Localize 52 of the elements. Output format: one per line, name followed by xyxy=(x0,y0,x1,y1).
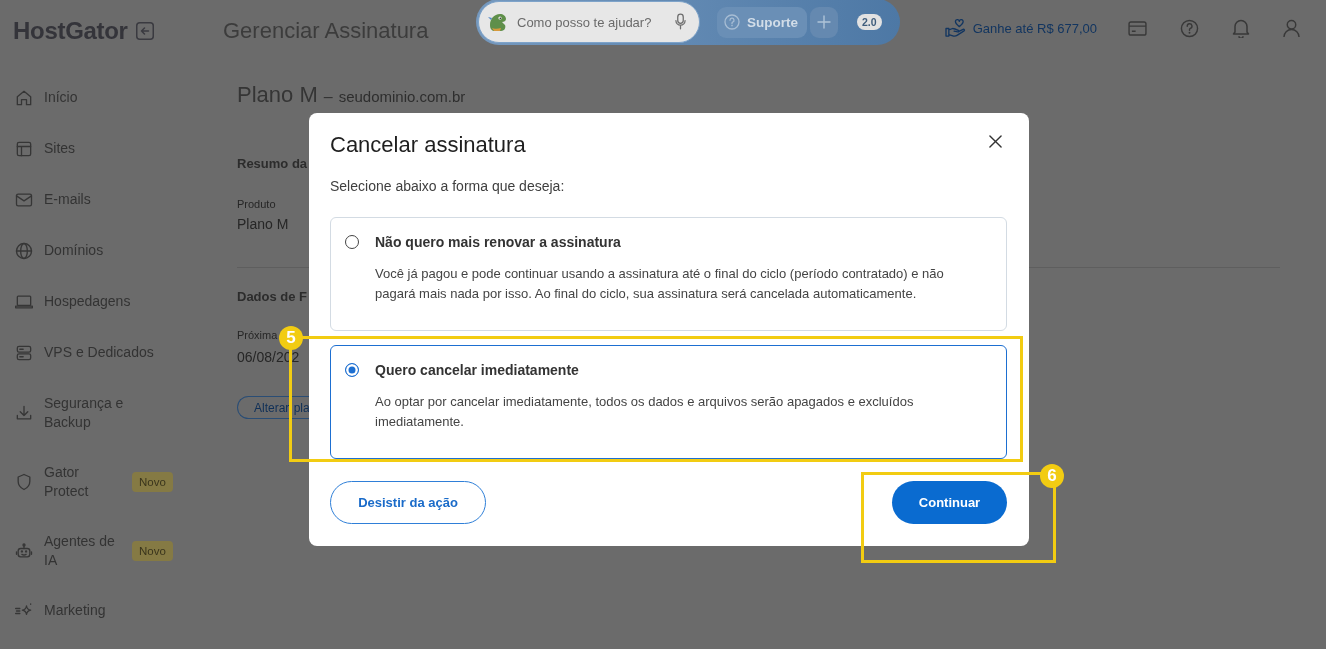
option-title: Não quero mais renovar a assinatura xyxy=(375,233,622,252)
robot-icon xyxy=(14,540,34,561)
add-button[interactable] xyxy=(810,6,838,38)
section-heading: Resumo da xyxy=(237,155,308,173)
field-label: Próxima xyxy=(237,328,278,342)
new-tag: Novo xyxy=(132,471,173,492)
sidebar-item[interactable]: Segurança e Backup xyxy=(0,378,182,447)
mascot-icon xyxy=(487,11,509,33)
assistant-input[interactable]: Como posso te ajudar? xyxy=(478,1,700,43)
sidebar-item[interactable]: Sites xyxy=(0,123,182,174)
microphone-icon[interactable] xyxy=(675,13,686,30)
field-value: Plano M xyxy=(237,215,289,233)
help-icon xyxy=(724,14,740,30)
sidebar-item[interactable]: Gator Protect Novo xyxy=(0,447,182,516)
sidebar-item[interactable]: Agentes de IA Novo xyxy=(0,516,182,585)
sidebar-item[interactable]: Domínios xyxy=(0,225,182,276)
field-label: Produto xyxy=(237,197,276,211)
sidebar-item[interactable]: E-mails xyxy=(0,174,182,225)
section-heading: Dados de F xyxy=(237,288,308,306)
option-card[interactable]: Quero cancelar imediatamente Ao optar por cancelar imediatamente, todos os dados e arquivos serão apagados e excluídos imediatamente. xyxy=(330,345,1007,459)
continue-button[interactable]: Continuar xyxy=(892,481,1007,524)
credit-card-icon[interactable] xyxy=(1128,20,1147,36)
hand-heart-icon xyxy=(944,18,966,38)
option-card[interactable] xyxy=(330,217,1007,331)
user-icon[interactable] xyxy=(1283,18,1300,38)
close-icon[interactable] xyxy=(989,134,1002,148)
step-number: 5 xyxy=(279,326,303,350)
step-number: 6 xyxy=(1040,464,1064,488)
plus-icon xyxy=(817,15,831,29)
sidebar-item[interactable]: Início xyxy=(0,72,182,123)
dialog-title: Cancelar assinatura xyxy=(330,133,526,157)
collapse-sidebar-icon[interactable] xyxy=(135,22,154,40)
option-description: Você já pagou e pode continuar usando a assinatura até o final do ciclo (período contratado) e não pagará mais nada por isso. Ao final do ciclo, sua assinatura será cancelada automaticamente. xyxy=(375,265,945,303)
new-tag: Novo xyxy=(132,540,173,561)
logo: HostGator xyxy=(13,17,128,45)
bell-icon[interactable] xyxy=(1232,18,1250,38)
referral-link[interactable]: Ganhe até R$ 677,00 xyxy=(944,18,1097,38)
option-title: Quero cancelar imediatamente xyxy=(375,361,580,380)
support-button[interactable]: Suporte xyxy=(717,6,807,38)
option-description: Ao optar por cancelar imediatamente, todos os dados e arquivos serão apagados e excluídos imediatamente. xyxy=(375,393,915,431)
version-label: 2.0 xyxy=(857,14,882,30)
sidebar-item[interactable]: Marketing xyxy=(0,585,182,636)
help-icon[interactable] xyxy=(1180,18,1199,38)
globe-icon xyxy=(14,240,34,261)
dialog-prompt: Selecione abaixo a forma que deseja: xyxy=(330,177,566,195)
sidebar-item[interactable]: VPS e Dedicados xyxy=(0,327,182,378)
title-separator: – xyxy=(323,87,333,107)
domain-text: seudominio.com.br xyxy=(338,87,466,107)
radio-button[interactable] xyxy=(345,235,359,249)
sidebar-item[interactable]: Hospedagens xyxy=(0,276,182,327)
radio-button[interactable] xyxy=(345,363,359,377)
cancel-action-button[interactable]: Desistir da ação xyxy=(330,481,486,524)
